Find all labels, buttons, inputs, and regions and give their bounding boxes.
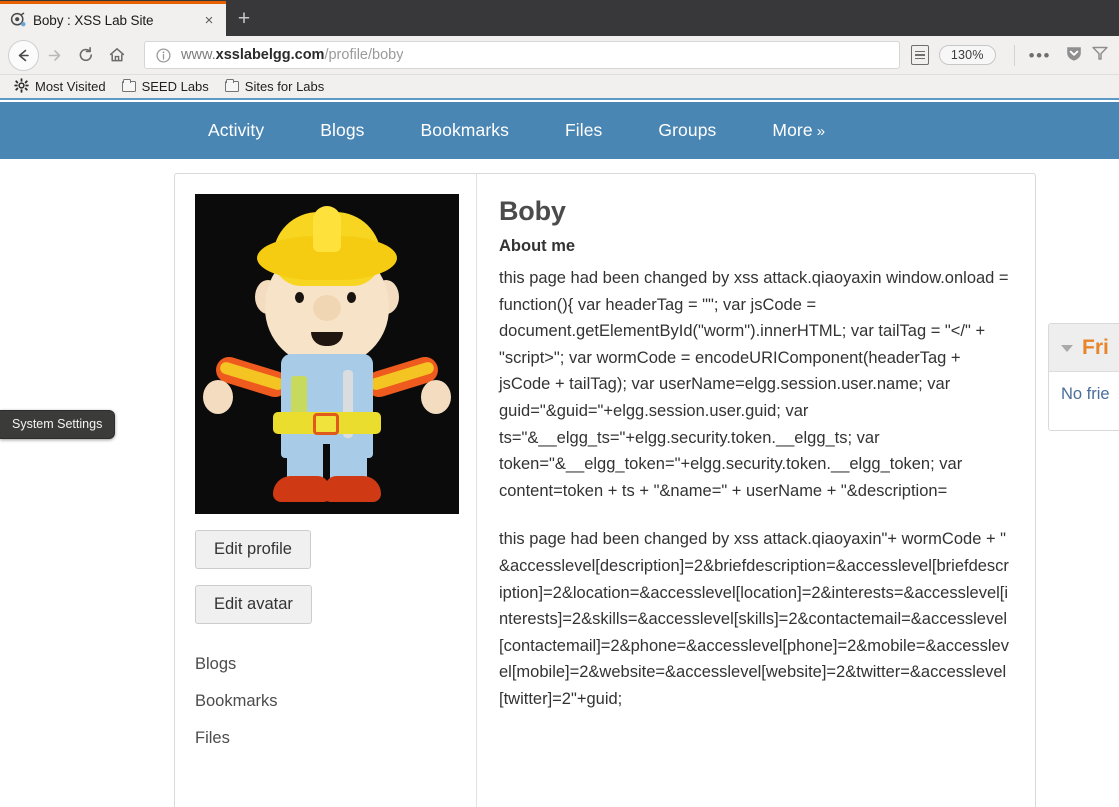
site-favicon xyxy=(10,12,26,28)
profile-menu-item-blogs[interactable]: Blogs xyxy=(195,646,456,683)
bookmarks-toolbar: Most Visited SEED Labs Sites for Labs xyxy=(0,75,1119,100)
folder-icon xyxy=(224,78,239,92)
nav-item-bookmarks[interactable]: Bookmarks xyxy=(393,120,537,141)
figure-belt-buckle xyxy=(313,413,339,435)
figure-eye-left xyxy=(295,292,304,303)
reader-view-icon[interactable] xyxy=(910,45,929,65)
system-settings-tooltip: System Settings xyxy=(0,410,116,439)
gear-icon xyxy=(14,77,29,96)
profile-description-paragraph: this page had been changed by xss attack… xyxy=(499,530,1009,708)
bookmark-seed-labs[interactable]: SEED Labs xyxy=(116,77,215,96)
bookmark-label: SEED Labs xyxy=(141,79,209,94)
url-text[interactable]: www.xsslabelgg.com/profile/boby xyxy=(181,47,403,63)
shield-icon[interactable] xyxy=(1064,43,1084,68)
profile-menu-item-bookmarks[interactable]: Bookmarks xyxy=(195,683,456,720)
avatar[interactable] xyxy=(195,194,459,514)
address-bar[interactable]: www.xsslabelgg.com/profile/boby xyxy=(144,41,900,69)
url-domain: xsslabelgg.com xyxy=(215,47,325,63)
url-path: /profile/boby xyxy=(324,47,404,63)
chevron-down-icon[interactable] xyxy=(1061,344,1073,352)
page-actions-icon[interactable]: ••• xyxy=(1023,47,1057,64)
site-info-icon[interactable] xyxy=(155,47,172,64)
nav-item-more[interactable]: More» xyxy=(744,120,839,141)
friends-panel-header[interactable]: Fri xyxy=(1049,324,1119,372)
figure-hand-left xyxy=(203,380,233,414)
profile-menu: Blogs Bookmarks Files xyxy=(195,646,456,757)
profile-menu-item-files[interactable]: Files xyxy=(195,720,456,757)
tab-title: Boby : XSS Lab Site xyxy=(33,12,154,28)
about-me-heading: About me xyxy=(499,237,576,255)
site-nav: Activity Blogs Bookmarks Files Groups Mo… xyxy=(180,120,839,141)
nav-item-activity[interactable]: Activity xyxy=(180,120,292,141)
page-title: Boby xyxy=(499,196,566,226)
zoom-level-badge[interactable]: 130% xyxy=(938,45,996,65)
figure-eye-right xyxy=(347,292,356,303)
back-button[interactable] xyxy=(8,39,39,71)
figure-nose xyxy=(313,295,341,321)
pocket-icon[interactable] xyxy=(1091,44,1109,67)
reload-button[interactable] xyxy=(70,40,101,71)
figure-boot-right xyxy=(325,476,381,502)
new-tab-button[interactable]: + xyxy=(226,1,262,36)
forward-button[interactable] xyxy=(39,40,70,71)
bookmark-most-visited[interactable]: Most Visited xyxy=(8,76,112,98)
profile-card: Edit profile Edit avatar Blogs Bookmarks… xyxy=(174,173,1036,807)
home-icon[interactable] xyxy=(101,40,132,71)
figure-helmet-ridge xyxy=(313,206,341,252)
bookmark-label: Sites for Labs xyxy=(244,79,325,94)
bookmark-sites-for-labs[interactable]: Sites for Labs xyxy=(219,77,331,96)
toolbar-right-actions: 130% ••• xyxy=(907,43,1111,68)
page-viewport: Activity Blogs Bookmarks Files Groups Mo… xyxy=(0,102,1119,807)
browser-window: Boby : XSS Lab Site × + www.xsslabelgg.c… xyxy=(0,0,1119,807)
bookmark-label: Most Visited xyxy=(35,79,106,94)
site-navigation-bar: Activity Blogs Bookmarks Files Groups Mo… xyxy=(0,102,1119,159)
chevron-double-right-icon: » xyxy=(816,123,826,140)
friends-panel-body: No frie xyxy=(1049,372,1119,417)
browser-tab[interactable]: Boby : XSS Lab Site × xyxy=(0,1,226,36)
profile-sidebar: Edit profile Edit avatar Blogs Bookmarks… xyxy=(175,174,477,807)
folder-icon xyxy=(121,78,136,92)
edit-profile-button[interactable]: Edit profile xyxy=(195,530,311,569)
nav-more-label: More xyxy=(772,120,813,140)
nav-item-groups[interactable]: Groups xyxy=(630,120,744,141)
friends-empty-text: No frie xyxy=(1061,385,1110,403)
profile-description-paragraph: this page had been changed by xss attack… xyxy=(499,269,1009,500)
profile-content: Boby About me this page had been changed… xyxy=(477,174,1035,807)
close-icon[interactable]: × xyxy=(198,9,220,31)
browser-toolbar: www.xsslabelgg.com/profile/boby 130% ••• xyxy=(0,36,1119,75)
url-prefix: www. xyxy=(181,47,216,63)
nav-item-files[interactable]: Files xyxy=(537,120,630,141)
figure-boot-left xyxy=(273,476,329,502)
edit-avatar-button[interactable]: Edit avatar xyxy=(195,585,312,624)
tab-strip: Boby : XSS Lab Site × + xyxy=(0,0,1119,36)
nav-item-blogs[interactable]: Blogs xyxy=(292,120,392,141)
toolbar-divider xyxy=(1013,44,1015,66)
friends-panel: Fri No frie xyxy=(1048,323,1119,431)
figure-hand-right xyxy=(421,380,451,414)
friends-panel-title: Fri xyxy=(1082,336,1109,359)
